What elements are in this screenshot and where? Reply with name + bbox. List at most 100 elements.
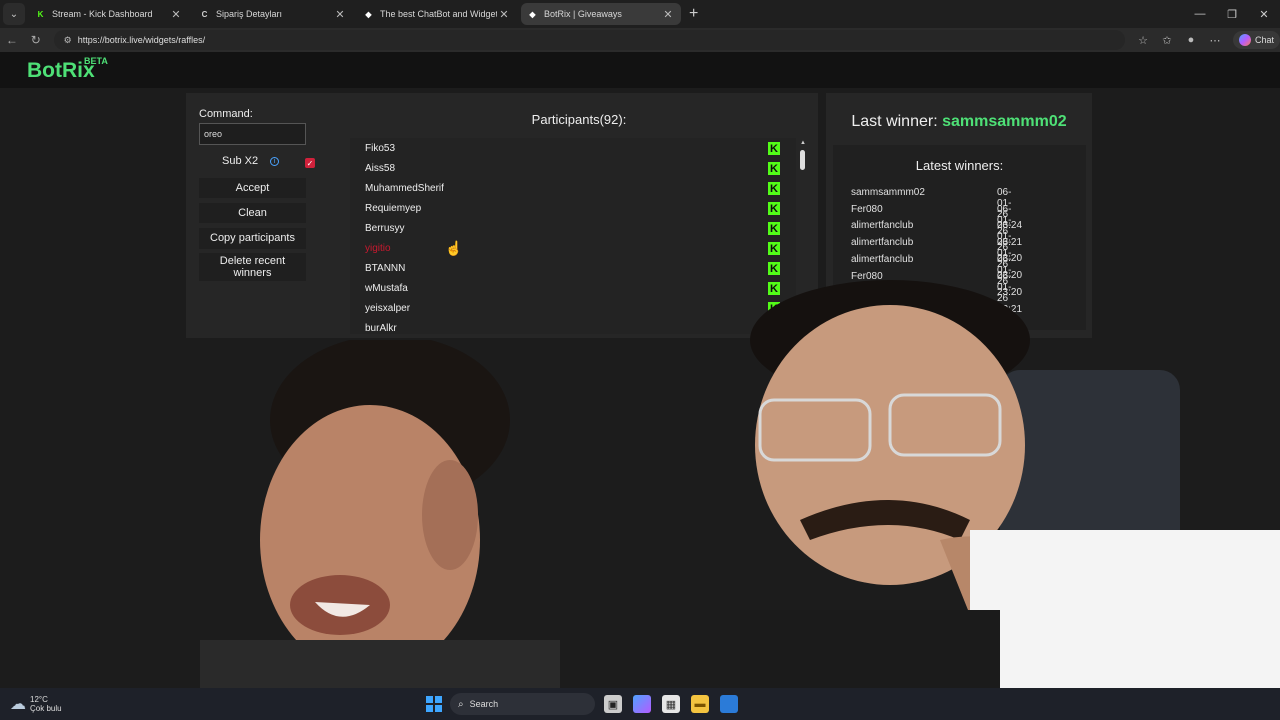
participant-row[interactable]: Aiss58 K <box>350 158 782 178</box>
participant-row[interactable]: Requiemyep K <box>350 198 782 218</box>
weather-text: 12°C Çok bulu <box>30 695 62 713</box>
scroll-up-icon[interactable]: ▲ <box>799 140 807 146</box>
command-label: Command: <box>199 108 253 120</box>
clean-button[interactable]: Clean <box>199 203 306 223</box>
kick-icon: K <box>768 202 780 215</box>
copilot-taskbar-icon[interactable] <box>633 695 651 713</box>
participant-name: MuhammedSherif <box>365 183 444 194</box>
participants-scrollbar[interactable]: ▲ <box>799 140 807 172</box>
kick-icon: K <box>768 182 780 195</box>
webcam-left-illustration <box>200 340 560 688</box>
participant-row[interactable]: Berrusyy K <box>350 218 782 238</box>
participants-title: Participants(92): <box>531 112 627 127</box>
edge-icon[interactable] <box>720 695 738 713</box>
participant-row[interactable]: Fiko53 K <box>350 138 782 158</box>
participant-row[interactable]: wMustafa K <box>350 278 782 298</box>
window-controls: — ❐ ✕ <box>1184 0 1280 28</box>
kick-icon: K <box>768 222 780 235</box>
webcam-left <box>140 340 660 688</box>
participant-name: yeisxalper <box>365 303 411 314</box>
favorite-star-icon[interactable]: ☆ <box>1131 34 1155 47</box>
participant-name: wMustafa <box>365 283 408 294</box>
weather-condition: Çok bulu <box>30 704 62 713</box>
last-winner-label: Last winner: <box>851 113 938 130</box>
botrix-icon: ◆ <box>365 9 372 19</box>
taskbar-search[interactable]: ⌕ Search <box>450 693 595 715</box>
winner-name: alimertfanclub <box>851 220 914 232</box>
kick-icon: K <box>768 162 780 175</box>
reload-icon[interactable]: ↻ <box>24 33 48 47</box>
sub-x2-row: Sub X2 i <box>222 155 280 167</box>
favorites-icon[interactable]: ✩ <box>1155 34 1179 47</box>
weather-cloud-icon: ☁ <box>10 696 26 713</box>
participant-name: burAlkr <box>365 323 397 334</box>
top-navbar: BotRix BETA <box>0 52 1280 88</box>
weather-temperature: 12°C <box>30 695 48 704</box>
weather-widget[interactable]: ☁ 12°C Çok bulu <box>10 694 62 714</box>
close-tab-icon[interactable]: ✕ <box>661 8 675 21</box>
profile-avatar-icon[interactable]: ● <box>1179 34 1203 46</box>
sub-x2-checkbox[interactable]: ✓ <box>305 158 315 168</box>
copy-participants-button[interactable]: Copy participants <box>199 228 306 249</box>
close-tab-icon[interactable]: ✕ <box>497 8 511 21</box>
winner-name: Fer080 <box>851 203 883 215</box>
browser-tab[interactable]: ◆ The best ChatBot and Widgets for✕ <box>357 3 517 25</box>
botrix-icon: ◆ <box>529 9 536 19</box>
address-bar-row: ← ↻ ⚙ https://botrix.live/widgets/raffle… <box>0 28 1280 52</box>
mouse-cursor-icon: ☝ <box>445 240 463 256</box>
participant-name: Fiko53 <box>365 143 396 154</box>
browser-tab[interactable]: ◆ BotRix | Giveaways ✕ <box>521 3 681 25</box>
back-arrow-icon[interactable]: ← <box>0 33 24 47</box>
participant-name: Requiemyep <box>365 203 422 214</box>
copilot-icon <box>1239 34 1251 46</box>
minimize-icon[interactable]: — <box>1184 8 1216 20</box>
kick-icon: K <box>768 142 780 155</box>
participants-list[interactable]: Fiko53 K Aiss58 K MuhammedSherif K Requiemyep K… <box>350 138 796 334</box>
close-window-icon[interactable]: ✕ <box>1248 8 1280 21</box>
participant-row[interactable]: MuhammedSherif K <box>350 178 782 198</box>
store-icon[interactable]: ▦ <box>662 695 680 713</box>
winner-name: sammsammm02 <box>851 187 925 198</box>
participant-name: Aiss58 <box>365 163 396 174</box>
more-menu-icon[interactable]: ⋯ <box>1203 34 1227 47</box>
url-text: https://botrix.live/widgets/raffles/ <box>77 35 206 45</box>
tab-title: BotRix | Giveaways <box>544 9 622 19</box>
winner-row: Fer08006-01-26 23:21 <box>0 0 1022 315</box>
participant-row[interactable]: yigitio K <box>350 238 782 258</box>
restore-icon[interactable]: ❐ <box>1216 8 1248 21</box>
task-view-icon[interactable]: ▣ <box>604 695 622 713</box>
kick-icon: K <box>768 262 780 275</box>
webcam-right <box>740 280 1280 720</box>
participant-name: yigitio <box>365 243 391 254</box>
participant-row[interactable]: burAlkrK <box>350 318 782 334</box>
url-field[interactable]: ⚙ https://botrix.live/widgets/raffles/ <box>53 30 1125 50</box>
tab-title: The best ChatBot and Widgets for <box>380 9 497 19</box>
participant-name: BTANNN <box>365 263 406 274</box>
command-input[interactable]: oreo <box>199 123 306 145</box>
site-info-icon[interactable]: ⚙ <box>64 35 72 46</box>
participant-row[interactable]: BTANNN K <box>350 258 782 278</box>
search-icon: ⌕ <box>458 698 464 710</box>
close-tab-icon[interactable]: ✕ <box>333 8 347 21</box>
last-winner-heading: Last winner: sammsammm02 <box>826 113 1092 131</box>
participant-name: Berrusyy <box>365 223 405 234</box>
participant-row[interactable]: yeisxalperK <box>350 298 782 318</box>
copilot-chat-button[interactable]: Chat <box>1233 31 1280 49</box>
last-winner-name: sammsammm02 <box>942 113 1067 130</box>
webcam-right-illustration <box>740 280 1280 720</box>
sub-x2-label: Sub X2 <box>222 155 259 167</box>
winner-name: alimertfanclub <box>851 237 914 249</box>
beta-badge: BETA <box>84 56 108 66</box>
latest-winners-title: Latest winners: <box>915 158 1004 173</box>
delete-recent-winners-button[interactable]: Delete recent winners <box>199 253 306 281</box>
winner-name: alimertfanclub <box>851 253 914 265</box>
chat-label: Chat <box>1255 35 1275 45</box>
info-icon[interactable]: i <box>270 156 280 166</box>
windows-start-icon[interactable] <box>426 696 442 712</box>
new-tab-icon[interactable]: + <box>689 5 698 23</box>
file-explorer-icon[interactable]: ▬ <box>691 695 709 713</box>
kick-icon: K <box>768 242 780 255</box>
accept-button[interactable]: Accept <box>199 178 306 198</box>
scroll-thumb[interactable] <box>800 150 805 170</box>
toolbar-actions: ☆ ✩ ● ⋯ <box>1131 34 1227 47</box>
